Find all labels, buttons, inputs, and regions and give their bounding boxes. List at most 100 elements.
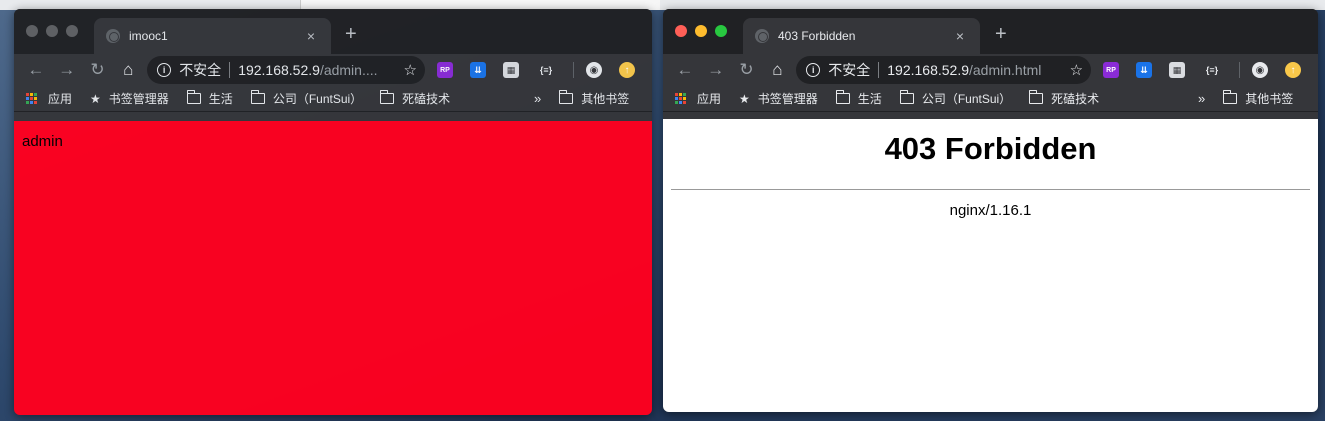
divider <box>1239 62 1241 78</box>
info-icon[interactable]: i <box>157 63 172 77</box>
window-controls <box>675 25 727 37</box>
axure-rp-extension-icon[interactable]: RP <box>1103 62 1120 78</box>
minimize-window-button[interactable] <box>46 25 58 37</box>
bookmark-folder-life[interactable]: 生活 <box>186 90 233 107</box>
bookmark-label: 生活 <box>857 92 882 106</box>
folder-icon <box>558 90 574 104</box>
close-tab-icon[interactable]: × <box>303 28 319 44</box>
insecure-label[interactable]: 不安全 <box>828 60 870 80</box>
profile-avatar-icon[interactable]: ◉ <box>585 62 602 78</box>
url-text[interactable]: 192.168.52.9/admin.... <box>238 62 397 78</box>
folder-icon <box>1222 90 1238 104</box>
folder-icon <box>899 90 914 104</box>
globe-icon <box>106 29 120 43</box>
folder-icon <box>250 90 265 104</box>
bookmark-label: 书签管理器 <box>108 92 169 106</box>
url-host: 192.168.52.9 <box>238 62 320 78</box>
background-edge <box>1318 245 1325 275</box>
address-bar[interactable]: i 不安全 192.168.52.9/admin.... ☆ <box>147 56 425 84</box>
new-tab-button[interactable]: + <box>345 23 357 46</box>
divider <box>878 62 880 78</box>
bookmark-label: 生活 <box>208 92 233 106</box>
tab-active[interactable]: 403 Forbidden × <box>743 18 980 54</box>
bookmark-label: 公司（FuntSui） <box>921 92 1012 106</box>
bookmark-folder-tech[interactable]: 死磕技术 <box>379 90 451 107</box>
folder-icon <box>1028 90 1044 104</box>
apps-grid-icon <box>675 92 687 105</box>
bookmark-label: 应用 <box>697 92 722 106</box>
grid-extension-icon[interactable]: ▦ <box>1169 62 1186 78</box>
info-icon[interactable]: i <box>806 63 821 77</box>
pocket-extension-icon[interactable]: ⇊ <box>1136 62 1153 78</box>
update-icon[interactable]: ↑ <box>618 62 635 78</box>
minimize-window-button[interactable] <box>695 25 707 37</box>
forward-button[interactable]: → <box>704 58 728 82</box>
divider <box>229 62 231 78</box>
page-content: admin <box>14 121 652 415</box>
bookmark-label: 其他书签 <box>581 92 630 106</box>
bookmark-label: 其他书签 <box>1245 92 1294 106</box>
bookmarks-bar: 应用 ★ 书签管理器 生活 公司（FuntSui） 死磕技术 » 其他书签 <box>663 86 1318 112</box>
url-path: /admin.... <box>319 62 378 78</box>
profile-avatar-icon[interactable]: ◉ <box>1252 62 1269 78</box>
window-controls <box>26 25 78 37</box>
grid-extension-icon[interactable]: ▦ <box>502 62 519 78</box>
close-tab-icon[interactable]: × <box>952 28 968 44</box>
bookmark-manager[interactable]: ★ 书签管理器 <box>739 90 818 107</box>
bookmark-folder-life[interactable]: 生活 <box>835 90 882 107</box>
close-window-button[interactable] <box>675 25 687 37</box>
browser-window-right: 403 Forbidden × + ← → ↻ ⌂ i 不安全 192.168.… <box>663 9 1318 412</box>
bookmark-folder-company[interactable]: 公司（FuntSui） <box>899 90 1012 107</box>
insecure-label[interactable]: 不安全 <box>179 60 221 80</box>
reload-button[interactable]: ↻ <box>86 58 110 82</box>
star-icon: ★ <box>739 91 750 106</box>
tab-title: 403 Forbidden <box>778 29 856 43</box>
bookmark-folder-company[interactable]: 公司（FuntSui） <box>250 90 362 107</box>
bookmark-folder-other[interactable]: 其他书签 <box>1222 90 1294 107</box>
bookmark-label: 书签管理器 <box>757 92 818 106</box>
reload-button[interactable]: ↻ <box>735 58 759 82</box>
more-bookmarks-button[interactable]: » <box>1198 91 1205 106</box>
json-extension-icon[interactable]: {≡} <box>1202 62 1222 78</box>
bookmark-label: 应用 <box>48 92 73 106</box>
bookmark-folder-other[interactable]: 其他书签 <box>558 90 630 107</box>
home-button[interactable]: ⌂ <box>116 58 140 82</box>
tab-strip: imooc1 × + <box>14 9 652 54</box>
bookmark-label: 死磕技术 <box>402 92 451 106</box>
axure-rp-extension-icon[interactable]: RP <box>436 62 453 78</box>
bookmark-apps[interactable]: 应用 <box>26 90 72 107</box>
bookmark-star-icon[interactable]: ☆ <box>1070 61 1083 79</box>
bookmark-folder-tech[interactable]: 死磕技术 <box>1028 90 1099 107</box>
forward-button[interactable]: → <box>55 58 79 82</box>
tab-active[interactable]: imooc1 × <box>94 18 331 54</box>
folder-icon <box>379 90 395 104</box>
server-signature: nginx/1.16.1 <box>949 202 1032 219</box>
address-bar[interactable]: i 不安全 192.168.52.9/admin.html ☆ <box>796 56 1092 84</box>
back-button[interactable]: ← <box>673 58 697 82</box>
divider <box>671 189 1310 190</box>
json-extension-icon[interactable]: {≡} <box>536 62 556 78</box>
new-tab-button[interactable]: + <box>995 23 1007 46</box>
bookmark-manager[interactable]: ★ 书签管理器 <box>90 90 169 107</box>
star-icon: ★ <box>90 91 101 106</box>
close-window-button[interactable] <box>26 25 38 37</box>
globe-icon <box>755 29 769 43</box>
bookmark-apps[interactable]: 应用 <box>675 90 721 107</box>
browser-window-left: imooc1 × + ← → ↻ ⌂ i 不安全 192.168.52.9/ad… <box>14 9 652 415</box>
folder-icon <box>835 90 850 104</box>
page-text: admin <box>22 133 63 150</box>
zoom-window-button[interactable] <box>715 25 727 37</box>
toolbar: ← → ↻ ⌂ i 不安全 192.168.52.9/admin.html ☆ … <box>663 54 1318 86</box>
back-button[interactable]: ← <box>24 58 48 82</box>
url-text[interactable]: 192.168.52.9/admin.html <box>887 62 1063 78</box>
apps-grid-icon <box>26 92 38 105</box>
extensions-area: RP ⇊ ▦ {≡} ◉ ↑ <box>436 62 652 78</box>
toolbar: ← → ↻ ⌂ i 不安全 192.168.52.9/admin.... ☆ R… <box>14 54 652 86</box>
home-button[interactable]: ⌂ <box>765 58 789 82</box>
pocket-extension-icon[interactable]: ⇊ <box>469 62 486 78</box>
tab-strip: 403 Forbidden × + <box>663 9 1318 54</box>
zoom-window-button[interactable] <box>66 25 78 37</box>
bookmark-star-icon[interactable]: ☆ <box>404 61 417 79</box>
more-bookmarks-button[interactable]: » <box>534 91 541 106</box>
update-icon[interactable]: ↑ <box>1285 62 1302 78</box>
